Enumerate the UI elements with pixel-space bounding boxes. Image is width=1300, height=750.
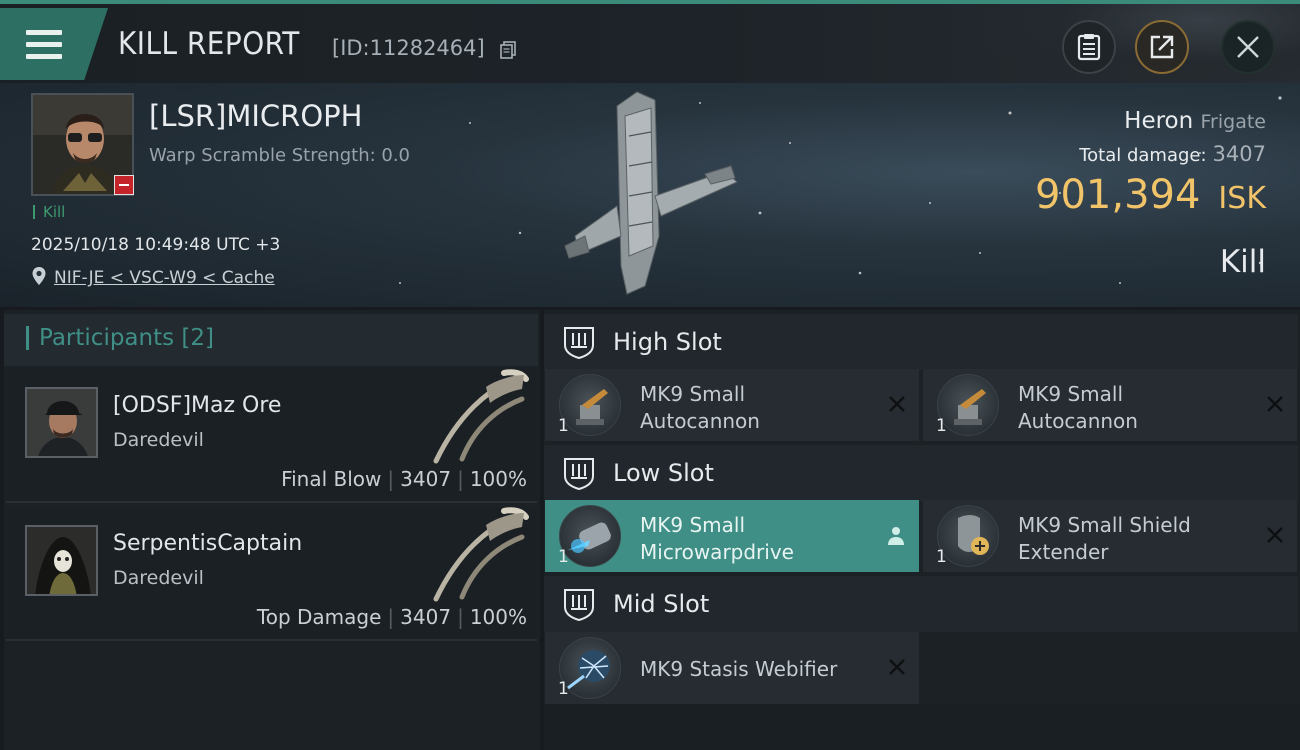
module-name-line2: Microwarpdrive (640, 540, 794, 564)
kill-location-link[interactable]: NIF-JE < VSC-W9 < Cache (54, 268, 275, 288)
share-icon (1150, 35, 1174, 59)
fitting-panel-footer (544, 705, 1300, 750)
participant-ship-image (433, 369, 529, 464)
participant-portrait-image (27, 527, 96, 594)
victim-ship-label: Heron Frigate (1124, 108, 1266, 134)
warp-scramble-strength: Warp Scramble Strength: 0.0 (149, 145, 411, 166)
destroyed-icon (1267, 396, 1283, 412)
participant-stats: Top Damage | 3407 | 100% (256, 605, 527, 629)
isk-value: 901,394 ISK (1035, 172, 1266, 218)
module-item[interactable]: 1 MK9 Small Autocannon (923, 369, 1297, 441)
kill-datetime: 2025/10/18 10:49:48 UTC +3 (31, 235, 281, 255)
location-pin-icon (32, 267, 46, 285)
victim-ship-image (564, 91, 738, 295)
copy-icon[interactable] (500, 41, 516, 59)
participant-damage: 3407 (400, 605, 452, 629)
low-slot-icon (564, 458, 594, 490)
total-damage-label: Total damage: (1079, 145, 1207, 166)
isk-unit: ISK (1218, 181, 1266, 216)
module-name-line1: MK9 Small (640, 382, 745, 406)
clipboard-icon (1077, 34, 1101, 61)
isk-amount: 901,394 (1035, 172, 1201, 218)
module-name-line2: Autocannon (1018, 409, 1138, 433)
destroyed-icon (1267, 527, 1283, 543)
module-name-line1: MK9 Stasis Webifier (640, 657, 838, 681)
participants-label: Participants (39, 325, 175, 351)
mid-slot-icon (564, 589, 594, 621)
participant-row[interactable]: SerpentisCaptain Daredevil Top Damage | 34… (6, 507, 537, 641)
module-name: MK9 Small Autocannon (640, 381, 870, 435)
participant-ship: Daredevil (113, 429, 204, 451)
participant-avatar[interactable] (25, 525, 98, 596)
kill-tag: Kill (33, 205, 65, 220)
module-quantity: 1 (558, 547, 569, 567)
share-button[interactable] (1135, 20, 1189, 74)
module-name-line2: Autocannon (640, 409, 760, 433)
module-name-line1: MK9 Small (1018, 382, 1123, 406)
participant-role: Final Blow (281, 467, 382, 491)
participant-stats: Final Blow | 3407 | 100% (281, 467, 527, 491)
report-id: [ID:11282464] (332, 36, 485, 60)
participant-avatar[interactable] (25, 387, 98, 458)
victim-banner: [LSR]MICROPH Warp Scramble Strength: 0.0… (0, 83, 1300, 307)
module-name: MK9 Small Autocannon (1018, 381, 1248, 435)
module-name: MK9 Small Microwarpdrive (640, 512, 870, 566)
module-name-line2: Extender (1018, 540, 1109, 564)
module-item[interactable]: 1 MK9 Small Shield Extender (923, 500, 1297, 572)
module-name: MK9 Small Shield Extender (1018, 512, 1248, 566)
module-name: MK9 Stasis Webifier (640, 656, 870, 683)
total-damage: Total damage: 3407 (1079, 142, 1266, 166)
participant-percent: 100% (469, 605, 527, 629)
participant-portrait-image (27, 389, 96, 456)
participants-header: Participants [2] (4, 314, 538, 366)
mid-slot-header: Mid Slot (544, 576, 1298, 632)
kill-type: Kill (1219, 244, 1266, 280)
participant-damage: 3407 (400, 467, 452, 491)
participants-count: [2] (181, 325, 215, 351)
module-item[interactable]: 1 MK9 Stasis Webifier (545, 632, 919, 704)
destroyed-icon (889, 396, 905, 412)
ship-name[interactable]: Heron (1124, 108, 1193, 134)
close-button[interactable] (1221, 20, 1275, 74)
high-slot-label: High Slot (613, 328, 722, 356)
kill-report-window: KILL REPORT [ID:11282464] [LSR]MICROPH W… (0, 0, 1300, 750)
participant-name[interactable]: SerpentisCaptain (113, 531, 302, 556)
participant-ship: Daredevil (113, 567, 204, 589)
header-bar: KILL REPORT [ID:11282464] (0, 0, 1300, 87)
participant-name[interactable]: [ODSF]Maz Ore (113, 393, 281, 418)
page-title: KILL REPORT (118, 26, 300, 62)
destroyed-icon (889, 659, 905, 675)
module-name-line1: MK9 Small Shield (1018, 513, 1191, 537)
module-quantity: 1 (558, 416, 569, 436)
menu-button[interactable] (0, 8, 108, 80)
module-quantity: 1 (558, 679, 569, 699)
module-quantity: 1 (936, 416, 947, 436)
participants-title: Participants [2] (26, 326, 214, 350)
mid-slot-label: Mid Slot (613, 590, 710, 618)
person-icon (888, 527, 904, 545)
low-slot-header: Low Slot (544, 445, 1298, 501)
victim-name[interactable]: [LSR]MICROPH (149, 99, 362, 133)
hamburger-icon (26, 30, 62, 60)
close-icon (1237, 36, 1259, 58)
module-name-line1: MK9 Small (640, 513, 745, 537)
high-slot-icon (564, 327, 594, 359)
participant-ship-image (433, 507, 529, 602)
ship-class: Frigate (1200, 111, 1266, 133)
participant-row[interactable]: [ODSF]Maz Ore Daredevil Final Blow | 3407 |… (6, 369, 537, 503)
high-slot-header: High Slot (544, 314, 1298, 370)
module-item-selected[interactable]: 1 MK9 Small Microwarpdrive (545, 500, 919, 572)
participant-percent: 100% (469, 467, 527, 491)
low-slot-label: Low Slot (613, 459, 714, 487)
module-quantity: 1 (936, 547, 947, 567)
total-damage-value: 3407 (1212, 142, 1266, 166)
hostile-badge (114, 175, 134, 195)
participant-role: Top Damage (256, 605, 382, 629)
clipboard-button[interactable] (1062, 20, 1116, 74)
module-item[interactable]: 1 MK9 Small Autocannon (545, 369, 919, 441)
